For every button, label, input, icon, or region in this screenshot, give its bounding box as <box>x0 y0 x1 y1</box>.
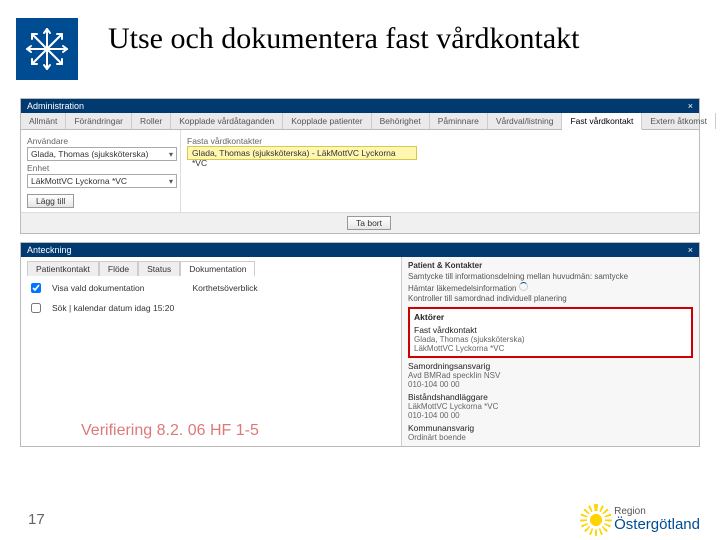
window-title: Administration <box>27 101 84 111</box>
fvk-enhet: LäkMottVC Lyckorna *VC <box>414 344 687 353</box>
footer-logo: Region Östergötland <box>584 507 700 532</box>
kommun-label: Kommunansvarig <box>408 423 693 433</box>
anvandare-select[interactable]: Glada, Thomas (sjuksköterska) ▾ <box>27 147 177 161</box>
loading-line-1: Hämtar läkemedelsinformation <box>408 282 693 293</box>
sok-date-line: Sök | kalendar datum idag 15:20 <box>52 303 174 313</box>
close-icon[interactable]: × <box>688 101 693 111</box>
bistand-section: Biståndshandläggare LäkMottVC Lyckorna *… <box>408 392 693 420</box>
ta-bort-button[interactable]: Ta bort <box>347 216 391 230</box>
bitr-value: LäkMottVC Lyckorna *VC <box>408 402 693 411</box>
admin-footer-bar: Ta bort <box>21 212 699 233</box>
tab-allmant[interactable]: Allmänt <box>21 113 66 129</box>
slide-number: 17 <box>28 511 45 528</box>
window-title: Anteckning <box>27 245 72 255</box>
samord-label: Samordningsansvarig <box>408 361 693 371</box>
fasta-vardkontakter-label: Fasta vårdkontakter <box>187 136 693 146</box>
fasta-vardkontakter-item[interactable]: Glada, Thomas (sjuksköterska) - LäkMottV… <box>187 146 417 160</box>
admin-panel: Administration × Allmänt Förändringar Ro… <box>20 98 700 234</box>
patient-kontakter-header: Patient & Kontakter <box>408 261 693 270</box>
window-title-bar: Anteckning × <box>21 243 699 257</box>
visa-vald-label: Visa vald dokumentation <box>52 283 144 293</box>
tab-patientkontakt[interactable]: Patientkontakt <box>27 261 99 276</box>
enhet-value: LäkMottVC Lyckorna *VC <box>31 176 127 186</box>
anteckning-panel: Anteckning × Patientkontakt Flöde Status… <box>20 242 700 447</box>
anvandare-value: Glada, Thomas (sjuksköterska) <box>31 149 148 159</box>
kommun-value: Ordinärt boende <box>408 433 693 442</box>
close-icon[interactable]: × <box>688 245 693 255</box>
lagg-till-button[interactable]: Lägg till <box>27 194 74 208</box>
chevron-down-icon: ▾ <box>169 177 173 186</box>
spinner-icon <box>519 282 528 291</box>
admin-left-column: Användare Glada, Thomas (sjuksköterska) … <box>21 130 181 212</box>
tab-extern-atkomst[interactable]: Extern åtkomst <box>642 113 716 129</box>
chevron-down-icon: ▾ <box>169 150 173 159</box>
admin-tabs: Allmänt Förändringar Roller Kopplade vår… <box>21 113 699 130</box>
patient-kontakter-pane: Patient & Kontakter Samtycke till inform… <box>401 257 699 446</box>
verification-watermark: Verifiering 8.2. 06 HF 1-5 <box>81 422 259 440</box>
bitr-label: Biståndshandläggare <box>408 392 693 402</box>
region-logo <box>16 18 78 80</box>
sok-row: Sök | kalendar datum idag 15:20 <box>27 300 395 316</box>
anvandare-label: Användare <box>27 136 174 146</box>
visa-vald-row: Visa vald dokumentation Korthetsöverblic… <box>27 280 395 296</box>
slide-title: Utse och dokumentera fast vårdkontakt <box>108 22 580 55</box>
admin-body: Användare Glada, Thomas (sjuksköterska) … <box>21 130 699 212</box>
visa-vald-checkbox[interactable] <box>31 283 41 293</box>
loading-text-1: Hämtar läkemedelsinformation <box>408 284 517 293</box>
fvk-label: Fast vårdkontakt <box>414 325 687 335</box>
window-title-bar: Administration × <box>21 99 699 113</box>
footer-text: Region Östergötland <box>614 507 700 532</box>
slide-header: Utse och dokumentera fast vårdkontakt <box>0 0 720 90</box>
tab-dokumentation[interactable]: Dokumentation <box>180 261 255 276</box>
loading-line-2: Kontroller till samordnad individuell pl… <box>408 294 693 303</box>
enhet-select[interactable]: LäkMottVC Lyckorna *VC ▾ <box>27 174 177 188</box>
tab-vardval[interactable]: Vårdval/listning <box>488 113 563 129</box>
tab-flode[interactable]: Flöde <box>99 261 138 276</box>
samord-value: Avd BMRad specklin NSV <box>408 371 693 380</box>
samtycke-line: Samtycke till informationsdelning mellan… <box>408 272 693 281</box>
anteckning-tabs: Patientkontakt Flöde Status Dokumentatio… <box>27 261 395 276</box>
enhet-label: Enhet <box>27 163 174 173</box>
samordning-section: Samordningsansvarig Avd BMRad specklin N… <box>408 361 693 389</box>
tab-forandringar[interactable]: Förändringar <box>66 113 132 129</box>
fast-vardkontakt-section: Fast vårdkontakt Glada, Thomas (sjuksköt… <box>414 325 687 353</box>
anteckning-left: Patientkontakt Flöde Status Dokumentatio… <box>21 257 401 446</box>
sun-icon <box>584 508 608 532</box>
footer-region-name: Östergötland <box>614 517 700 532</box>
snowflake-icon <box>23 25 71 73</box>
samord-tel: 010-104 00 00 <box>408 380 693 389</box>
tab-roller[interactable]: Roller <box>132 113 171 129</box>
tab-paminnare[interactable]: Påminnare <box>430 113 488 129</box>
anteckning-body: Patientkontakt Flöde Status Dokumentatio… <box>21 257 699 446</box>
fvk-name: Glada, Thomas (sjuksköterska) <box>414 335 687 344</box>
bitr-tel: 010-104 00 00 <box>408 411 693 420</box>
tab-status[interactable]: Status <box>138 261 180 276</box>
aktorer-highlight-box: Aktörer Fast vårdkontakt Glada, Thomas (… <box>408 307 693 358</box>
sok-checkbox[interactable] <box>31 303 41 313</box>
tab-behorighet[interactable]: Behörighet <box>372 113 430 129</box>
korthet-label: Korthetsöverblick <box>192 283 257 293</box>
admin-mid-column: Fasta vårdkontakter Glada, Thomas (sjuks… <box>181 130 699 212</box>
tab-fast-vardkontakt[interactable]: Fast vårdkontakt <box>562 113 642 130</box>
tab-kopplade-patienter[interactable]: Kopplade patienter <box>283 113 371 129</box>
tab-kopplade-vardataganden[interactable]: Kopplade vårdåtaganden <box>171 113 283 129</box>
kommun-section: Kommunansvarig Ordinärt boende <box>408 423 693 442</box>
aktorer-label: Aktörer <box>414 312 687 322</box>
